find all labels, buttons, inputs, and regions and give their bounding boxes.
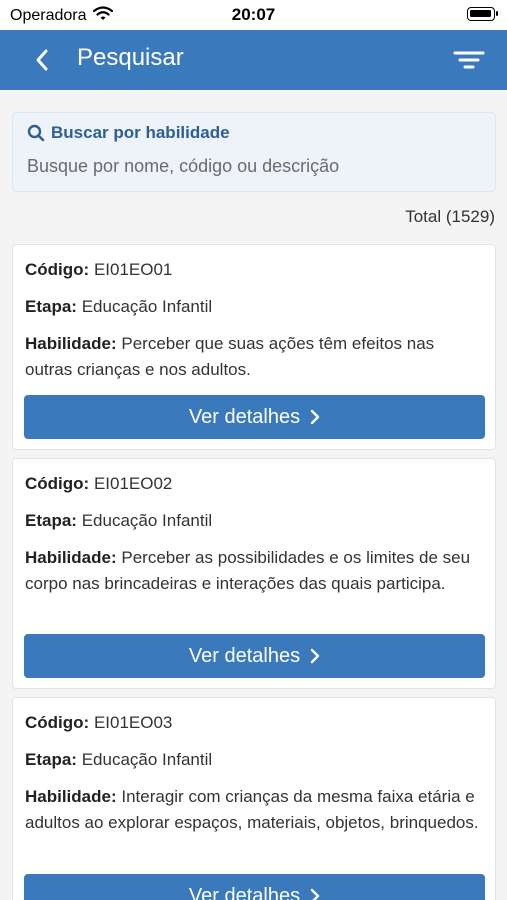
view-details-button[interactable]: Ver detalhes — [24, 874, 485, 900]
status-left: Operadora — [10, 6, 113, 26]
status-bar: Operadora 20:07 — [0, 0, 507, 30]
filter-icon — [453, 51, 485, 69]
stage-value: Educação Infantil — [81, 750, 213, 769]
view-details-label: Ver detalhes — [188, 644, 301, 667]
code-value: EI01EO03 — [93, 713, 173, 732]
search-icon — [27, 124, 45, 142]
skill-label: Habilidade: — [25, 334, 117, 353]
chevron-left-icon — [36, 49, 48, 71]
search-box[interactable]: Buscar por habilidade — [12, 112, 496, 192]
view-details-label: Ver detalhes — [188, 405, 301, 428]
code-label: Código: — [25, 474, 90, 493]
search-input[interactable] — [27, 153, 477, 179]
view-details-button[interactable]: Ver detalhes — [24, 395, 485, 439]
filter-button[interactable] — [453, 46, 485, 74]
skill-field: Habilidade: Interagir com crianças da me… — [25, 784, 479, 836]
content-area: Buscar por habilidade Total (1529) Códig… — [0, 90, 507, 900]
search-label-text: Buscar por habilidade — [51, 123, 230, 142]
view-details-label: Ver detalhes — [188, 884, 301, 900]
back-button[interactable] — [28, 46, 56, 74]
code-value: EI01EO01 — [93, 260, 173, 279]
result-card: Código: EI01EO01 Etapa: Educação Infanti… — [12, 244, 496, 450]
battery-icon — [467, 7, 498, 21]
result-card: Código: EI01EO02 Etapa: Educação Infanti… — [12, 458, 496, 689]
skill-field: Habilidade: Perceber as possibilidades e… — [25, 545, 479, 597]
chevron-right-icon — [310, 888, 320, 900]
skill-label: Habilidade: — [25, 787, 117, 806]
skill-field: Habilidade: Perceber que suas ações têm … — [25, 331, 479, 383]
chevron-right-icon — [310, 648, 320, 664]
stage-value: Educação Infantil — [81, 511, 213, 530]
carrier-label: Operadora — [10, 7, 87, 24]
stage-field: Etapa: Educação Infantil — [25, 508, 479, 534]
code-label: Código: — [25, 713, 90, 732]
stage-field: Etapa: Educação Infantil — [25, 294, 479, 320]
total-count: Total (1529) — [405, 207, 495, 226]
skill-label: Habilidade: — [25, 548, 117, 567]
code-label: Código: — [25, 260, 90, 279]
result-card: Código: EI01EO03 Etapa: Educação Infanti… — [12, 697, 496, 900]
stage-label: Etapa: — [25, 750, 77, 769]
code-field: Código: EI01EO02 — [25, 471, 479, 497]
search-label: Buscar por habilidade — [27, 123, 230, 143]
code-field: Código: EI01EO03 — [25, 710, 479, 736]
stage-value: Educação Infantil — [81, 297, 213, 316]
chevron-right-icon — [310, 409, 320, 425]
stage-label: Etapa: — [25, 511, 77, 530]
code-value: EI01EO02 — [93, 474, 173, 493]
stage-field: Etapa: Educação Infantil — [25, 747, 479, 773]
navbar: Pesquisar — [0, 30, 507, 90]
page-title: Pesquisar — [77, 44, 184, 71]
view-details-button[interactable]: Ver detalhes — [24, 634, 485, 678]
code-field: Código: EI01EO01 — [25, 257, 479, 283]
stage-label: Etapa: — [25, 297, 77, 316]
wifi-icon — [92, 6, 113, 26]
